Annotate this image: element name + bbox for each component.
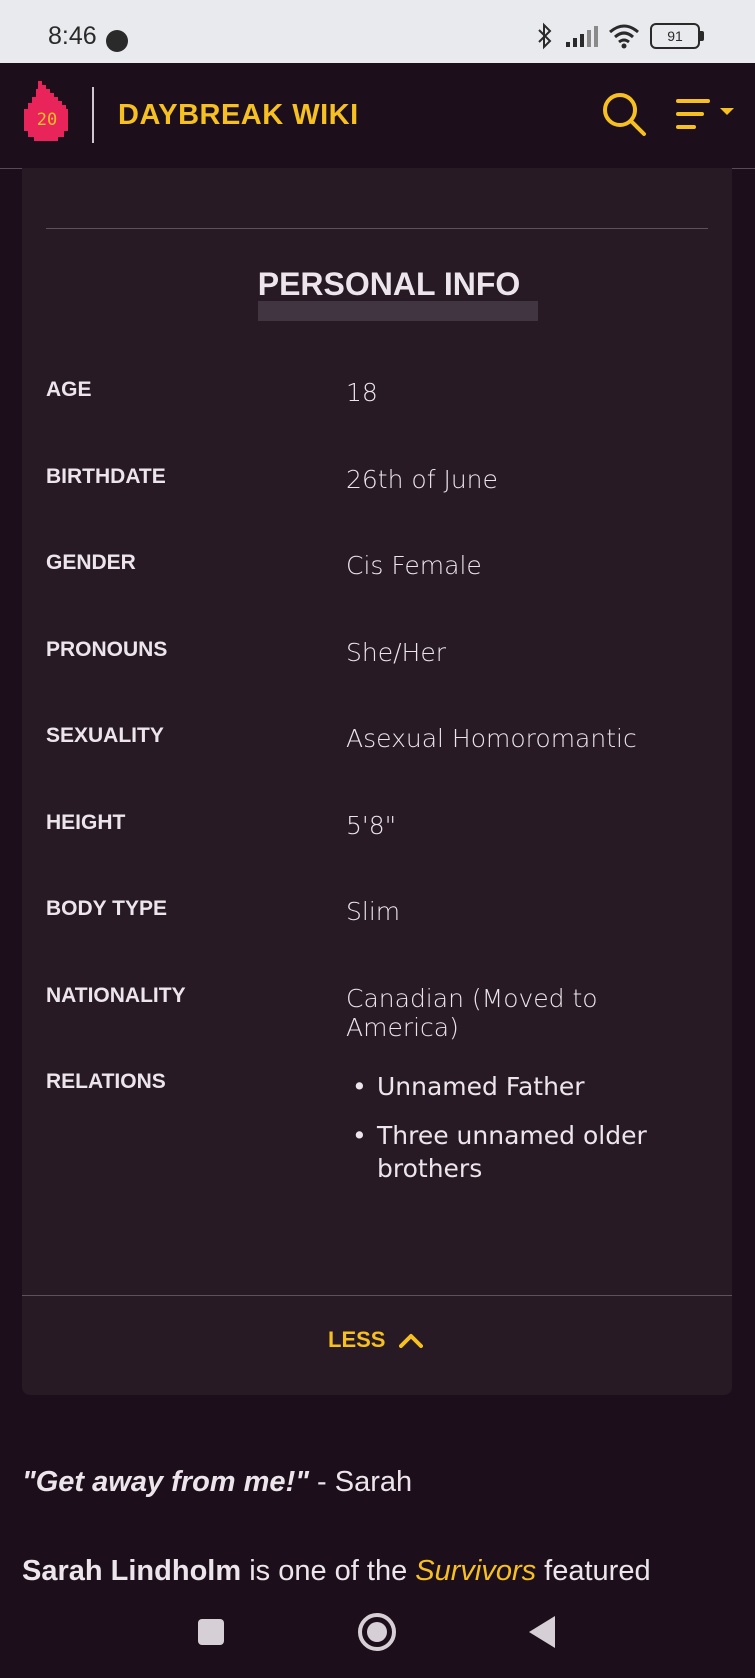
character-name: Sarah Lindholm [22,1555,242,1587]
list-item: Unnamed Father [346,1070,706,1103]
survivors-link[interactable]: Survivors [415,1555,536,1587]
battery-level: 91 [667,28,683,44]
site-header: 20 DAYBREAK WIKI [0,63,755,169]
info-label: AGE [46,378,92,401]
site-title[interactable]: DAYBREAK WIKI [118,99,359,132]
section-title: PERSONAL INFO [238,266,540,321]
list-item: Three unnamed older brothers [346,1119,706,1185]
info-label: SEXUALITY [46,724,164,747]
system-nav-bar [0,1588,755,1678]
info-label: BODY TYPE [46,897,167,920]
status-icons: 91 [536,22,704,50]
title-highlight [258,301,538,321]
quote-attribution: - Sarah [308,1466,413,1498]
quote-text: "Get away from me!" [22,1466,309,1498]
header-divider [92,87,94,143]
bluetooth-icon [538,22,552,50]
back-icon[interactable] [528,1615,556,1649]
home-icon[interactable] [357,1612,397,1652]
logo-number: 20 [37,110,57,130]
character-quote: "Get away from me!" - Sarah [22,1466,412,1499]
info-label: PRONOUNS [46,638,168,661]
intro-paragraph: Sarah Lindholm is one of the Survivors f… [22,1555,651,1588]
signal-icon [566,26,598,47]
menu-icon[interactable] [676,97,738,131]
chevron-up-icon [399,1334,424,1348]
info-label: NATIONALITY [46,984,186,1007]
info-label: HEIGHT [46,811,126,834]
section-title-text: PERSONAL INFO [257,266,521,302]
info-value: Slim [346,897,401,926]
chevron-down-icon [720,108,734,115]
info-value: She/Her [346,638,446,667]
search-icon[interactable] [600,90,648,138]
info-label: BIRTHDATE [46,465,166,488]
info-value: 26th of June [346,465,498,494]
info-label: GENDER [46,551,136,574]
wiki-logo-icon[interactable]: 20 [22,81,72,143]
recent-apps-icon[interactable] [197,1618,225,1646]
battery-icon: 91 [650,23,704,49]
less-label: LESS [328,1327,386,1352]
intro-text: is one of the [241,1555,416,1587]
info-value: 5'8" [346,811,397,840]
infobox-card: PERSONAL INFO AGE 18 BIRTHDATE 26th of J… [22,168,732,1395]
status-bar: 8:46 91 [0,0,755,63]
intro-text-end: featured [536,1555,651,1587]
status-time: 8:46 [48,22,97,50]
wifi-icon [609,24,639,49]
info-value: Cis Female [346,551,482,580]
info-value: Asexual Homoromantic [346,724,637,753]
card-divider [46,228,708,229]
info-value: Canadian (Moved to America) [346,984,598,1042]
info-label: RELATIONS [46,1070,166,1093]
info-value: 18 [346,378,378,407]
collapse-less-button[interactable]: LESS [328,1327,424,1353]
relations-list: Unnamed Father Three unnamed older broth… [346,1070,706,1201]
notification-dot-icon [106,30,128,52]
card-divider [22,1295,732,1296]
